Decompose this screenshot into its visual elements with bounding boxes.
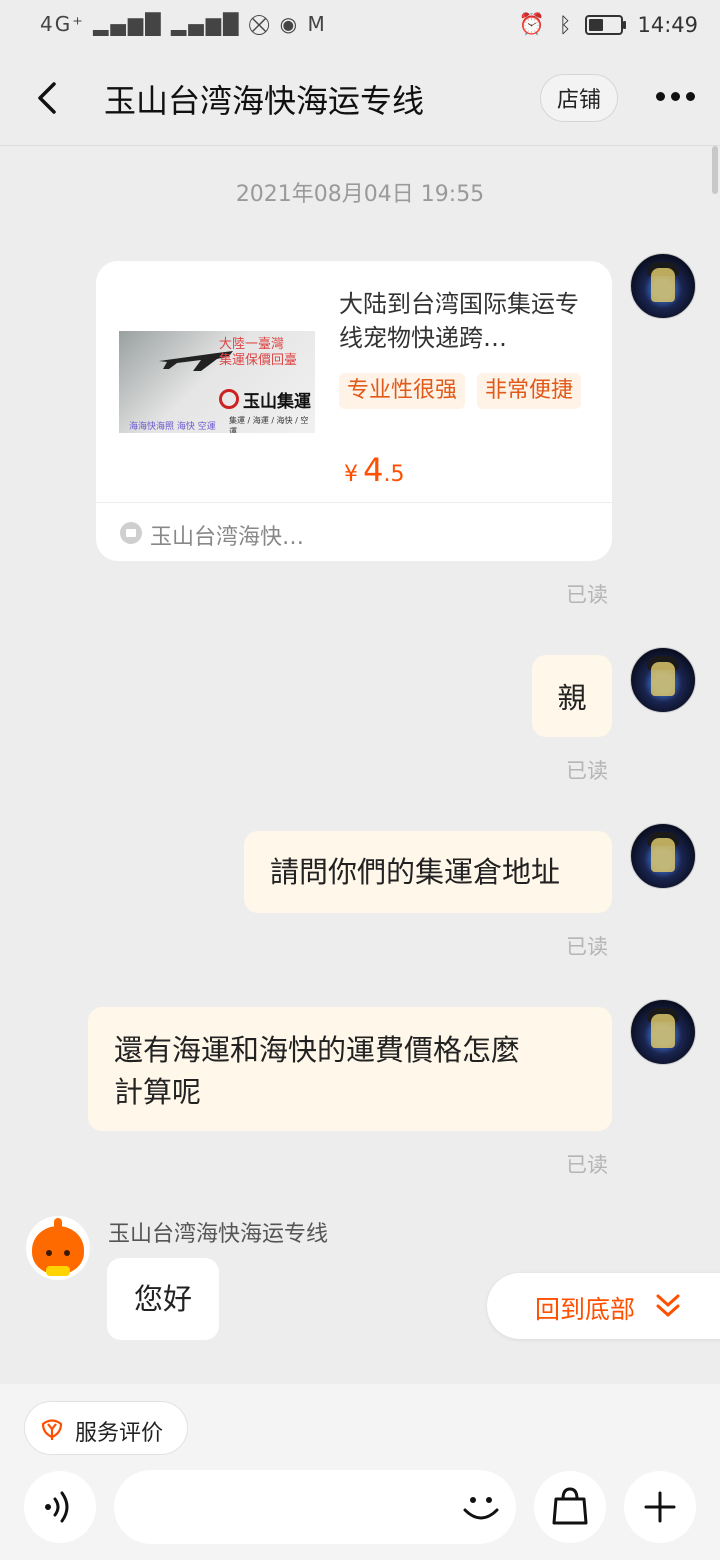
product-tag: 专业性很强 — [339, 373, 466, 409]
add-button[interactable] — [624, 1471, 696, 1543]
back-to-bottom-label: 回到底部 — [535, 1295, 636, 1324]
product-card[interactable]: 大陸一臺灣 集運保價回臺 玉山集運 集運 / 海運 / 海快 / 空運 海海快海… — [96, 261, 612, 561]
card-divider — [96, 502, 612, 503]
message-text: 您好 — [133, 1282, 192, 1316]
status-right: ⏰ ᛒ 14:49 — [519, 12, 698, 37]
voice-button[interactable] — [24, 1471, 96, 1543]
price-symbol: ¥ — [344, 462, 358, 487]
message-text: 還有海運和海快的運費價格怎麼 — [114, 1033, 521, 1067]
status-time: 14:49 — [637, 12, 698, 37]
avatar[interactable] — [630, 647, 696, 713]
message-bubble[interactable]: 親 — [532, 655, 612, 737]
battery-icon — [585, 14, 627, 35]
chevron-left-icon — [38, 82, 56, 114]
status-bar: 4G⁺ ▂▄▆█ ▂▄▆█ ⛒ ◉ M ⏰ ᛒ 14:49 — [0, 0, 720, 50]
read-status: 已读 — [566, 583, 608, 607]
shop-button[interactable]: 店铺 — [540, 74, 618, 122]
price-decimal: .5 — [383, 462, 405, 487]
avatar[interactable] — [630, 823, 696, 889]
image-services: 集運 / 海運 / 海快 / 空運 — [229, 416, 309, 433]
image-text-line2: 集運保價回臺 — [219, 353, 298, 368]
alarm-icon: ⏰ — [518, 12, 545, 36]
more-dots-icon — [656, 91, 665, 101]
plus-icon — [644, 1491, 676, 1523]
more-button[interactable] — [656, 86, 700, 106]
message-text: 親 — [557, 681, 587, 715]
double-chevron-down-icon — [656, 1294, 680, 1317]
read-status: 已读 — [566, 935, 608, 959]
avatar[interactable] — [630, 999, 696, 1065]
read-status: 已读 — [566, 1153, 608, 1177]
product-price: ¥ 4.5 — [344, 451, 404, 489]
product-tag: 非常便捷 — [477, 373, 582, 409]
chat-header: 玉山台湾海快海运专线 店铺 — [0, 50, 720, 146]
message-bubble[interactable]: 請問你們的集運倉地址 — [244, 831, 612, 913]
brand-logo-icon — [219, 389, 239, 409]
read-status: 已读 — [566, 759, 608, 783]
card-shop-name[interactable]: 玉山台湾海快… — [150, 519, 304, 551]
service-rating-label: 服务评价 — [75, 1421, 164, 1446]
product-button[interactable] — [534, 1471, 606, 1543]
shop-icon — [120, 522, 142, 544]
back-button[interactable] — [28, 72, 68, 122]
bluetooth-icon: ᛒ — [558, 12, 572, 37]
voice-icon — [45, 1491, 69, 1523]
message-bubble[interactable]: 您好 — [107, 1258, 219, 1340]
more-dot — [686, 91, 695, 101]
image-brand: 玉山集運 — [243, 392, 311, 412]
emoji-icon — [463, 1497, 499, 1520]
page-title: 玉山台湾海快海运专线 — [104, 82, 425, 120]
price-integer: 4 — [363, 451, 384, 489]
product-title[interactable]: 大陆到台湾国际集运专线宠物快递跨… — [339, 287, 589, 355]
emoji-button[interactable] — [456, 1482, 506, 1532]
service-rating-button[interactable]: 服务评价 — [24, 1401, 188, 1455]
more-dot — [671, 91, 680, 101]
shopping-bag-icon — [552, 1487, 588, 1525]
sender-name: 玉山台湾海快海运专线 — [108, 1222, 329, 1247]
message-bubble[interactable]: 還有海運和海快的運費價格怎麼 計算呢 — [88, 1007, 612, 1131]
flower-icon — [41, 1419, 63, 1440]
back-to-bottom-button[interactable]: 回到底部 — [487, 1273, 720, 1339]
message-text: 計算呢 — [114, 1075, 202, 1109]
bottom-bar: 服务评价 — [0, 1384, 720, 1560]
status-left-icons: 4G⁺ ▂▄▆█ ▂▄▆█ ⛒ ◉ M — [40, 12, 327, 36]
image-bottom-text: 海海快海照 海快 空運 — [129, 422, 216, 432]
chat-timestamp: 2021年08月04日 19:55 — [235, 182, 485, 207]
avatar[interactable] — [630, 253, 696, 319]
shop-avatar[interactable] — [26, 1216, 90, 1280]
message-text: 請問你們的集運倉地址 — [270, 855, 561, 889]
product-image[interactable]: 大陸一臺灣 集運保價回臺 玉山集運 集運 / 海運 / 海快 / 空運 海海快海… — [119, 331, 315, 433]
